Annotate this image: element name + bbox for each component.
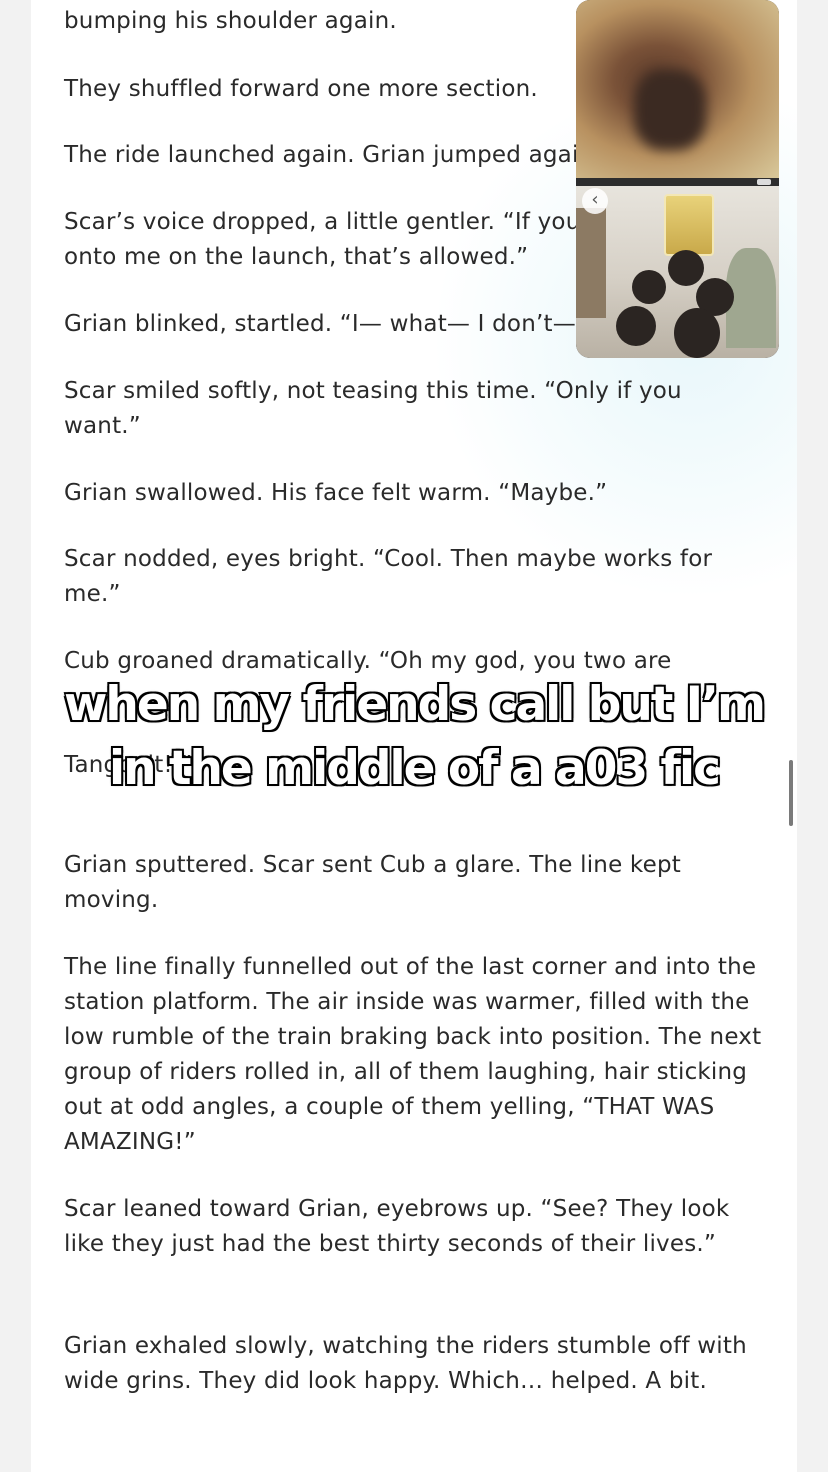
overlay-caption-line-2: in the middle of a a03 fic	[108, 740, 722, 797]
left-margin	[0, 0, 31, 1472]
person	[616, 306, 656, 346]
story-paragraph: Scar nodded, eyes bright. “Cool. Then ma…	[64, 546, 713, 607]
overlay-caption-line-1: when my friends call but I’m	[63, 676, 767, 733]
person	[674, 308, 720, 358]
caller-video-feed	[576, 0, 779, 178]
self-video-feed: ‹	[576, 178, 779, 358]
right-margin	[797, 0, 828, 1472]
story-paragraph: The line finally funnelled out of the la…	[64, 954, 762, 1155]
room-shelf	[576, 208, 606, 318]
person	[668, 250, 704, 286]
story-paragraph: Cub groaned dramatically. “Oh my god, yo…	[64, 648, 672, 674]
person	[632, 270, 666, 304]
story-paragraph: Grian exhaled slowly, watching the rider…	[64, 1333, 747, 1394]
battery-icon	[757, 179, 771, 185]
chevron-left-icon[interactable]: ‹	[582, 188, 608, 214]
story-paragraph: Scar leaned toward Grian, eyebrows up. “…	[64, 1196, 730, 1257]
blurred-face	[634, 70, 706, 150]
pip-status-bar	[576, 178, 779, 186]
story-paragraph: Grian sputtered. Scar sent Cub a glare. …	[64, 852, 682, 913]
story-paragraph: Grian swallowed. His face felt warm. “Ma…	[64, 480, 608, 506]
story-paragraph: Scar smiled softly, not teasing this tim…	[64, 378, 682, 439]
award-plaque	[664, 194, 714, 256]
video-call-pip[interactable]: ‹	[576, 0, 779, 358]
